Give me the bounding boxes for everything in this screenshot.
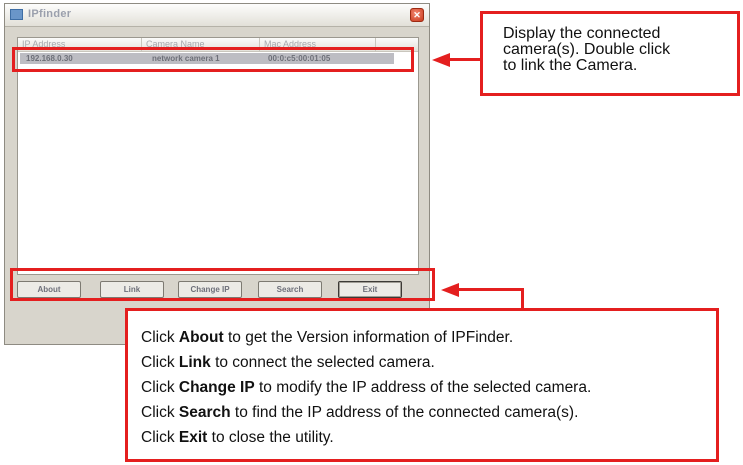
arrow-line	[449, 58, 482, 61]
buttons-highlight	[10, 268, 435, 301]
callout-line-exit: Click Exit to close the utility.	[141, 425, 716, 450]
window-title: IPfinder	[28, 8, 72, 20]
arrow-left-icon	[432, 53, 450, 67]
arrow-line	[458, 288, 524, 291]
callout-keyword: About	[178, 329, 224, 346]
list-row-highlight	[12, 47, 414, 72]
callout-line: to link the Camera.	[503, 57, 638, 74]
callout-prefix: Click	[141, 379, 179, 396]
callout-prefix: Click	[141, 354, 179, 371]
callout-keyword: Exit	[178, 429, 208, 446]
callout-text: to find the IP address of the connected …	[230, 404, 579, 421]
callout-text: to modify the IP address of the selected…	[254, 379, 592, 396]
callout-text: to connect the selected camera.	[210, 354, 435, 371]
arrow-left-icon	[441, 283, 459, 297]
arrow-line	[521, 288, 524, 310]
callout-prefix: Click	[141, 404, 179, 421]
callout-line-search: Click Search to find the IP address of t…	[141, 400, 716, 425]
callout-line-about: Click About to get the Version informati…	[141, 325, 716, 350]
callout-keyword: Change IP	[178, 379, 255, 396]
callout-prefix: Click	[141, 329, 179, 346]
callout-line: Display the connected	[503, 25, 661, 42]
callout-buttons-description: Click About to get the Version informati…	[125, 308, 719, 462]
callout-text: to get the Version information of IPFind…	[223, 329, 514, 346]
callout-line-change-ip: Click Change IP to modify the IP address…	[141, 375, 716, 400]
callout-prefix: Click	[141, 429, 179, 446]
callout-text: to close the utility.	[207, 429, 334, 446]
title-bar[interactable]: IPfinder ✕	[5, 4, 429, 27]
callout-line-link: Click Link to connect the selected camer…	[141, 350, 716, 375]
close-icon[interactable]: ✕	[410, 8, 424, 22]
callout-keyword: Search	[178, 404, 231, 421]
camera-list[interactable]: IP Address Camera Name Mac Address 192.1…	[17, 37, 419, 275]
callout-keyword: Link	[178, 354, 211, 371]
callout-line: camera(s). Double click	[503, 41, 671, 58]
callout-list-description: Display the connected camera(s). Double …	[480, 11, 740, 96]
app-icon	[10, 9, 23, 20]
